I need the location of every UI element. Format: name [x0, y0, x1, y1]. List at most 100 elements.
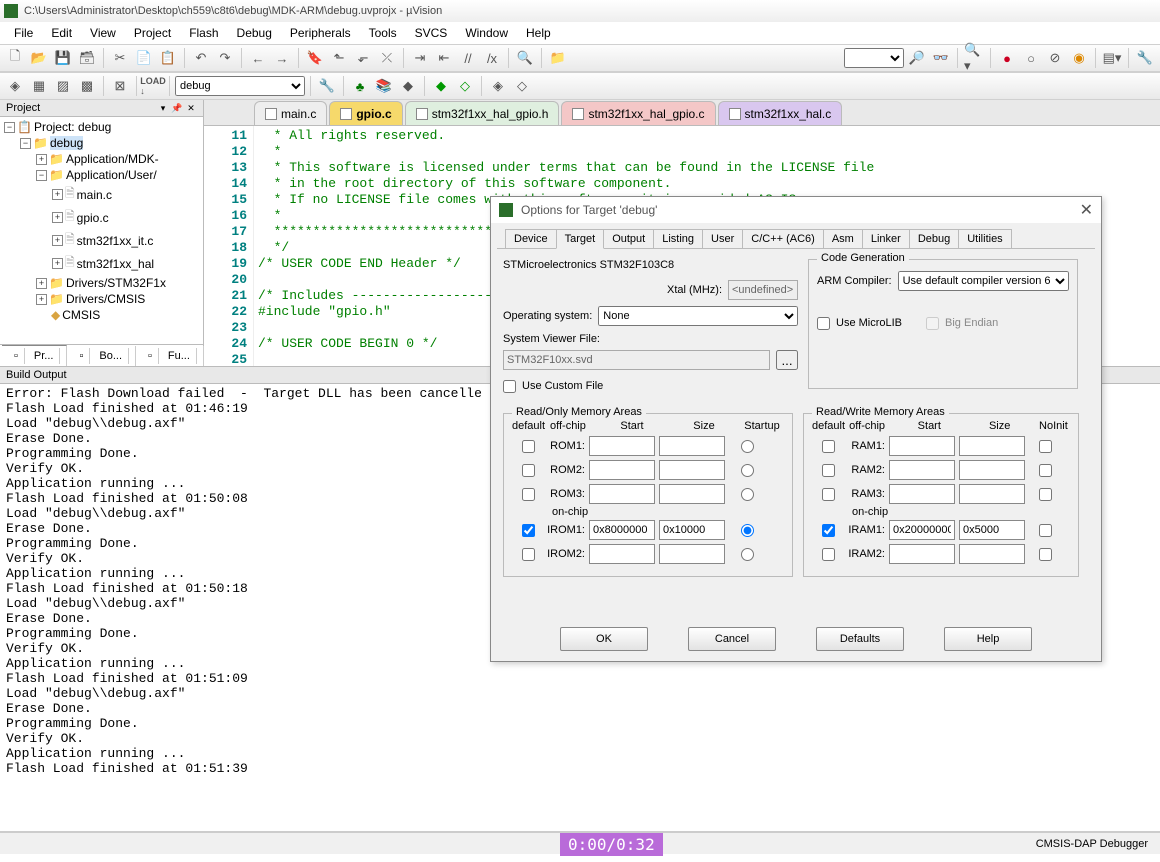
rebuild-icon[interactable]: ▨: [52, 75, 74, 97]
build-icon[interactable]: ▦: [28, 75, 50, 97]
target-select[interactable]: debug: [175, 76, 305, 96]
new-file-icon[interactable]: 🗋: [4, 47, 26, 69]
cut-icon[interactable]: ✂: [109, 47, 131, 69]
mem-size-input[interactable]: [659, 436, 725, 456]
mem-size-input[interactable]: [659, 544, 725, 564]
find-in-files-icon[interactable]: 🔎: [906, 47, 928, 69]
editor-tab[interactable]: main.c: [254, 101, 327, 125]
mem-noinit-checkbox[interactable]: [1039, 548, 1052, 561]
mem-size-input[interactable]: [959, 460, 1025, 480]
bookmark-icon[interactable]: 🔖: [304, 47, 326, 69]
microlib-checkbox[interactable]: [817, 317, 830, 330]
tree-node[interactable]: +🗎 main.c: [0, 183, 203, 206]
tree-node[interactable]: ◆ CMSIS: [0, 307, 203, 323]
uncomment-icon[interactable]: /x: [481, 47, 503, 69]
mem-size-input[interactable]: [659, 520, 725, 540]
mem-start-input[interactable]: [889, 484, 955, 504]
folder-icon[interactable]: 📁: [547, 47, 569, 69]
dialog-tab-target[interactable]: Target: [556, 229, 605, 249]
nav-back-icon[interactable]: ←: [247, 47, 269, 69]
tree-node[interactable]: +🗎 stm32f1xx_it.c: [0, 229, 203, 252]
dialog-cancel-button[interactable]: Cancel: [688, 627, 776, 651]
mem-default-checkbox[interactable]: [822, 524, 835, 537]
menu-file[interactable]: File: [6, 24, 41, 42]
mem-start-input[interactable]: [889, 436, 955, 456]
bookmark-clear-icon[interactable]: ⤫: [376, 47, 398, 69]
paste-icon[interactable]: 📋: [157, 47, 179, 69]
mem-default-checkbox[interactable]: [822, 488, 835, 501]
dialog-tab-debug[interactable]: Debug: [909, 229, 959, 248]
copy-icon[interactable]: 📄: [133, 47, 155, 69]
tree-node[interactable]: −📋 Project: debug: [0, 119, 203, 135]
manage-project-icon[interactable]: ♣: [349, 75, 371, 97]
editor-tab[interactable]: stm32f1xx_hal_gpio.c: [561, 101, 715, 125]
mem-startup-radio[interactable]: [741, 524, 754, 537]
dialog-tab-asm[interactable]: Asm: [823, 229, 863, 248]
mem-default-checkbox[interactable]: [522, 440, 535, 453]
pack-refresh-icon[interactable]: ◇: [454, 75, 476, 97]
tree-node[interactable]: −📁 debug: [0, 135, 203, 151]
menu-view[interactable]: View: [82, 24, 124, 42]
download-icon[interactable]: LOAD↓: [142, 75, 164, 97]
svf-browse-button[interactable]: ...: [776, 350, 798, 370]
editor-tab[interactable]: stm32f1xx_hal.c: [718, 101, 843, 125]
mem-start-input[interactable]: [589, 544, 655, 564]
mem-noinit-checkbox[interactable]: [1039, 464, 1052, 477]
bp-disable-icon[interactable]: ○: [1020, 47, 1042, 69]
indent-icon[interactable]: ⇥: [409, 47, 431, 69]
tree-node[interactable]: −📁 Application/User/: [0, 167, 203, 183]
project-tab[interactable]: ▫Fu...: [136, 346, 204, 366]
compiler-select[interactable]: Use default compiler version 6: [898, 271, 1069, 291]
layer-icon[interactable]: ◈: [487, 75, 509, 97]
mem-noinit-checkbox[interactable]: [1039, 524, 1052, 537]
tree-node[interactable]: +🗎 stm32f1xx_hal: [0, 252, 203, 275]
menu-svcs[interactable]: SVCS: [407, 24, 456, 42]
open-file-icon[interactable]: 📂: [28, 47, 50, 69]
tree-node[interactable]: +📁 Drivers/CMSIS: [0, 291, 203, 307]
dialog-help-button[interactable]: Help: [944, 627, 1032, 651]
mem-default-checkbox[interactable]: [522, 488, 535, 501]
menu-help[interactable]: Help: [518, 24, 559, 42]
undo-icon[interactable]: ↶: [190, 47, 212, 69]
os-select[interactable]: None: [598, 306, 798, 326]
bp-enable-icon[interactable]: ◉: [1068, 47, 1090, 69]
bookmark-next-icon[interactable]: ⬐: [352, 47, 374, 69]
dialog-tab-utilities[interactable]: Utilities: [958, 229, 1011, 248]
mem-startup-radio[interactable]: [741, 548, 754, 561]
mem-size-input[interactable]: [959, 520, 1025, 540]
dialog-tab-output[interactable]: Output: [603, 229, 654, 248]
panel-menu-icon[interactable]: ▾: [157, 102, 169, 114]
comment-icon[interactable]: //: [457, 47, 479, 69]
configure-icon[interactable]: 🔧: [1134, 47, 1156, 69]
pin-icon[interactable]: 📌: [171, 102, 183, 114]
redo-icon[interactable]: ↷: [214, 47, 236, 69]
mem-default-checkbox[interactable]: [822, 440, 835, 453]
mem-start-input[interactable]: [589, 520, 655, 540]
save-icon[interactable]: 💾: [52, 47, 74, 69]
mem-size-input[interactable]: [959, 436, 1025, 456]
find-combo[interactable]: [844, 48, 904, 68]
mem-start-input[interactable]: [589, 436, 655, 456]
panel-close-icon[interactable]: ✕: [185, 102, 197, 114]
project-tree[interactable]: −📋 Project: debug−📁 debug+📁 Application/…: [0, 117, 203, 344]
mem-start-input[interactable]: [889, 544, 955, 564]
mem-startup-radio[interactable]: [741, 488, 754, 501]
tree-node[interactable]: +🗎 gpio.c: [0, 206, 203, 229]
save-all-icon[interactable]: 🗃: [76, 47, 98, 69]
menu-peripherals[interactable]: Peripherals: [282, 24, 359, 42]
menu-tools[interactable]: Tools: [361, 24, 405, 42]
mem-default-checkbox[interactable]: [522, 464, 535, 477]
dialog-ok-button[interactable]: OK: [560, 627, 648, 651]
find-icon[interactable]: 🔍: [514, 47, 536, 69]
dialog-close-icon[interactable]: ✕: [1080, 200, 1093, 220]
mem-default-checkbox[interactable]: [522, 548, 535, 561]
manage-rte-icon[interactable]: ◆: [397, 75, 419, 97]
menu-debug[interactable]: Debug: [229, 24, 280, 42]
mem-start-input[interactable]: [889, 520, 955, 540]
dialog-tab-ccac[interactable]: C/C++ (AC6): [742, 229, 824, 248]
menu-project[interactable]: Project: [126, 24, 179, 42]
layer2-icon[interactable]: ◇: [511, 75, 533, 97]
menu-window[interactable]: Window: [457, 24, 516, 42]
dialog-tab-listing[interactable]: Listing: [653, 229, 703, 248]
mem-startup-radio[interactable]: [741, 464, 754, 477]
